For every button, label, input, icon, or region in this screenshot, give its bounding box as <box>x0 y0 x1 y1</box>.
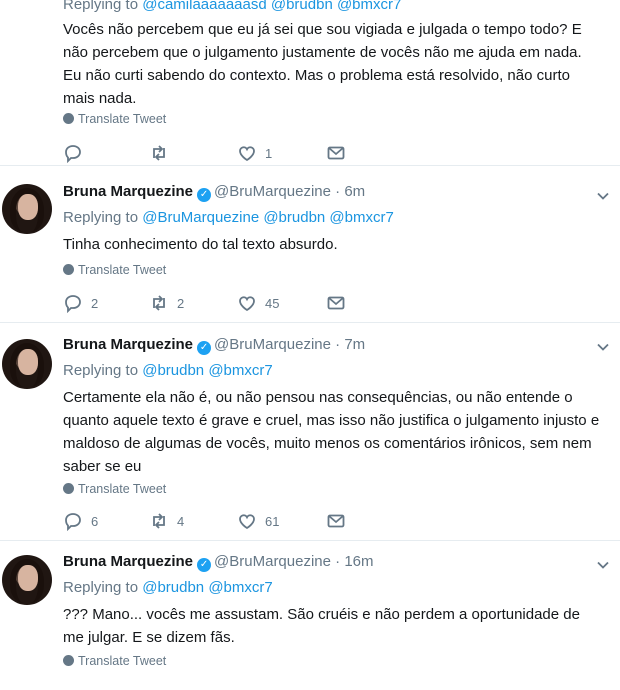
translate-tweet-link[interactable]: Translate Tweet <box>63 654 166 668</box>
display-name[interactable]: Bruna Marquezine <box>63 336 193 353</box>
avatar[interactable] <box>2 555 52 605</box>
tweet[interactable]: Bruna Marquezine ✓ @BruMarquezine · 16m Re… <box>0 540 620 690</box>
direct-message-button[interactable] <box>326 509 346 533</box>
user-handle[interactable]: @BruMarquezine <box>214 336 331 353</box>
retweet-button[interactable] <box>149 141 177 165</box>
replying-to: Replying to @brudbn @bmxcr7 <box>63 579 273 596</box>
heart-icon <box>239 296 255 312</box>
globe-icon <box>63 113 74 124</box>
display-name[interactable]: Bruna Marquezine <box>63 183 193 200</box>
retweet-icon <box>153 145 165 161</box>
translate-tweet-link[interactable]: Translate Tweet <box>63 263 166 277</box>
retweet-button[interactable]: 4 <box>149 509 184 533</box>
like-button[interactable]: 45 <box>237 291 279 315</box>
reply-button[interactable]: 2 <box>63 291 98 315</box>
chevron-down-icon[interactable] <box>596 189 610 203</box>
verified-badge-icon: ✓ <box>197 188 212 202</box>
tweet-time[interactable]: 6m <box>344 183 365 200</box>
like-button[interactable]: 1 <box>237 141 272 165</box>
avatar[interactable] <box>2 339 52 389</box>
tweet-actions: 2 2 45 <box>63 291 363 315</box>
reply-button[interactable]: 6 <box>63 509 98 533</box>
tweet-text: Certamente ela não é, ou não pensou nas … <box>63 389 600 475</box>
like-count: 61 <box>265 513 280 529</box>
retweet-button[interactable]: 2 <box>149 291 184 315</box>
reply-icon <box>65 513 81 531</box>
avatar[interactable] <box>2 184 52 234</box>
like-count: 45 <box>265 295 280 311</box>
tweet-text: ??? Mano... vocês me assustam. São cruéi… <box>63 606 580 646</box>
globe-icon <box>63 655 74 666</box>
retweet-count: 2 <box>177 295 185 311</box>
replying-to-link[interactable]: @camilaaaaaaasd @brudbn @bmxcr7 <box>142 0 401 13</box>
tweet-text: Vocês não percebem que eu já sei que sou… <box>63 21 582 107</box>
user-handle[interactable]: @BruMarquezine <box>214 553 331 570</box>
tweet-actions: 6 4 61 <box>63 509 363 533</box>
envelope-icon <box>327 296 345 310</box>
chevron-down-icon[interactable] <box>596 340 610 354</box>
tweet-time[interactable]: 7m <box>344 336 365 353</box>
replying-to: Replying to @BruMarquezine @brudbn @bmxc… <box>63 209 394 226</box>
tweet-actions: 1 <box>63 141 363 165</box>
globe-icon <box>63 264 74 275</box>
replying-to-link[interactable]: @brudbn @bmxcr7 <box>142 362 273 379</box>
verified-badge-icon: ✓ <box>197 341 212 355</box>
tweet-header: Bruna Marquezine ✓ @BruMarquezine · 6m <box>63 183 366 202</box>
tweet[interactable]: Bruna Marquezine ✓ @BruMarquezine · 6m Rep… <box>0 167 620 323</box>
user-handle[interactable]: @BruMarquezine <box>214 183 331 200</box>
reply-icon <box>65 145 81 163</box>
direct-message-button[interactable] <box>326 291 346 315</box>
reply-count: 6 <box>91 513 99 529</box>
heart-icon <box>239 146 255 162</box>
retweet-count: 4 <box>177 513 185 529</box>
reply-count: 2 <box>91 295 99 311</box>
replying-to: Replying to @camilaaaaaaasd @brudbn @bmx… <box>63 0 401 13</box>
reply-button[interactable] <box>63 141 91 165</box>
translate-tweet-link[interactable]: Translate Tweet <box>63 112 166 126</box>
envelope-icon <box>327 514 345 528</box>
retweet-icon <box>153 513 165 529</box>
display-name[interactable]: Bruna Marquezine <box>63 553 193 570</box>
reply-icon <box>65 295 81 313</box>
direct-message-button[interactable] <box>326 141 346 165</box>
retweet-icon <box>153 295 165 311</box>
replying-to: Replying to @brudbn @bmxcr7 <box>63 362 273 379</box>
tweet-header: Bruna Marquezine ✓ @BruMarquezine · 16m <box>63 553 374 572</box>
chevron-down-icon[interactable] <box>596 558 610 572</box>
translate-tweet-link[interactable]: Translate Tweet <box>63 482 166 496</box>
like-button[interactable]: 61 <box>237 509 279 533</box>
replying-to-link[interactable]: @BruMarquezine @brudbn @bmxcr7 <box>142 209 394 226</box>
tweet-time[interactable]: 16m <box>344 553 373 570</box>
tweet-text: Tinha conhecimento do tal texto absurdo. <box>63 236 338 253</box>
tweet-header: Bruna Marquezine ✓ @BruMarquezine · 7m <box>63 336 366 355</box>
heart-icon <box>239 514 255 530</box>
globe-icon <box>63 483 74 494</box>
tweet[interactable]: Replying to @camilaaaaaaasd @brudbn @bmx… <box>0 0 620 166</box>
replying-to-link[interactable]: @brudbn @bmxcr7 <box>142 579 273 596</box>
tweet[interactable]: Bruna Marquezine ✓ @BruMarquezine · 7m Rep… <box>0 322 620 541</box>
verified-badge-icon: ✓ <box>197 558 212 572</box>
envelope-icon <box>327 146 345 160</box>
